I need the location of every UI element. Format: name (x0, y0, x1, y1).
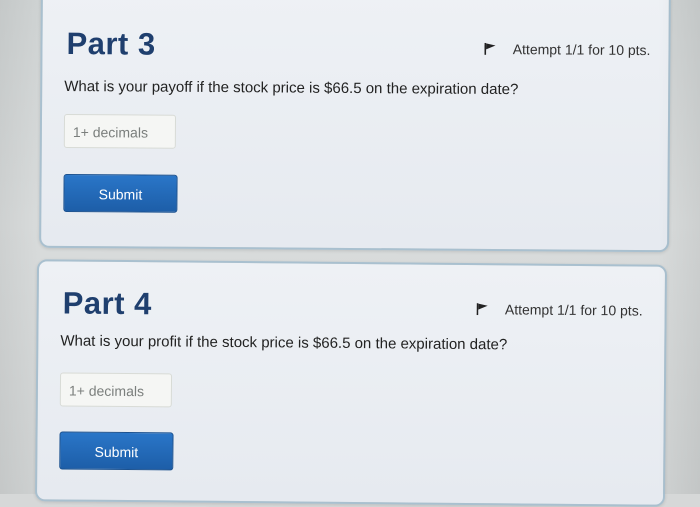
part-4-submit-button[interactable]: Submit (59, 431, 174, 471)
screen: Part 3 Attempt 1/1 for 10 pts. What is y… (0, 0, 700, 507)
part-4-answer-input[interactable]: 1+ decimals (59, 372, 173, 408)
part-4-question: What is your profit if the stock price i… (60, 332, 508, 354)
part-3-card: Part 3 Attempt 1/1 for 10 pts. What is y… (39, 0, 671, 253)
part-4-attempt-info: Attempt 1/1 for 10 pts. (476, 301, 643, 319)
part-3-submit-button[interactable]: Submit (63, 173, 178, 213)
part-3-attempt-info: Attempt 1/1 for 10 pts. (484, 41, 651, 59)
part-4-attempt-text: Attempt 1/1 for 10 pts. (504, 301, 643, 319)
part-3-answer-input[interactable]: 1+ decimals (63, 113, 177, 149)
flag-icon (476, 303, 488, 316)
flag-icon (484, 42, 496, 55)
part-3-question: What is your payoff if the stock price i… (64, 77, 519, 99)
part-4-title: Part 4 (62, 285, 153, 322)
part-3-title: Part 3 (66, 25, 156, 62)
part-3-attempt-text: Attempt 1/1 for 10 pts. (512, 41, 651, 59)
part-4-card: Part 4 Attempt 1/1 for 10 pts. What is y… (34, 259, 668, 507)
